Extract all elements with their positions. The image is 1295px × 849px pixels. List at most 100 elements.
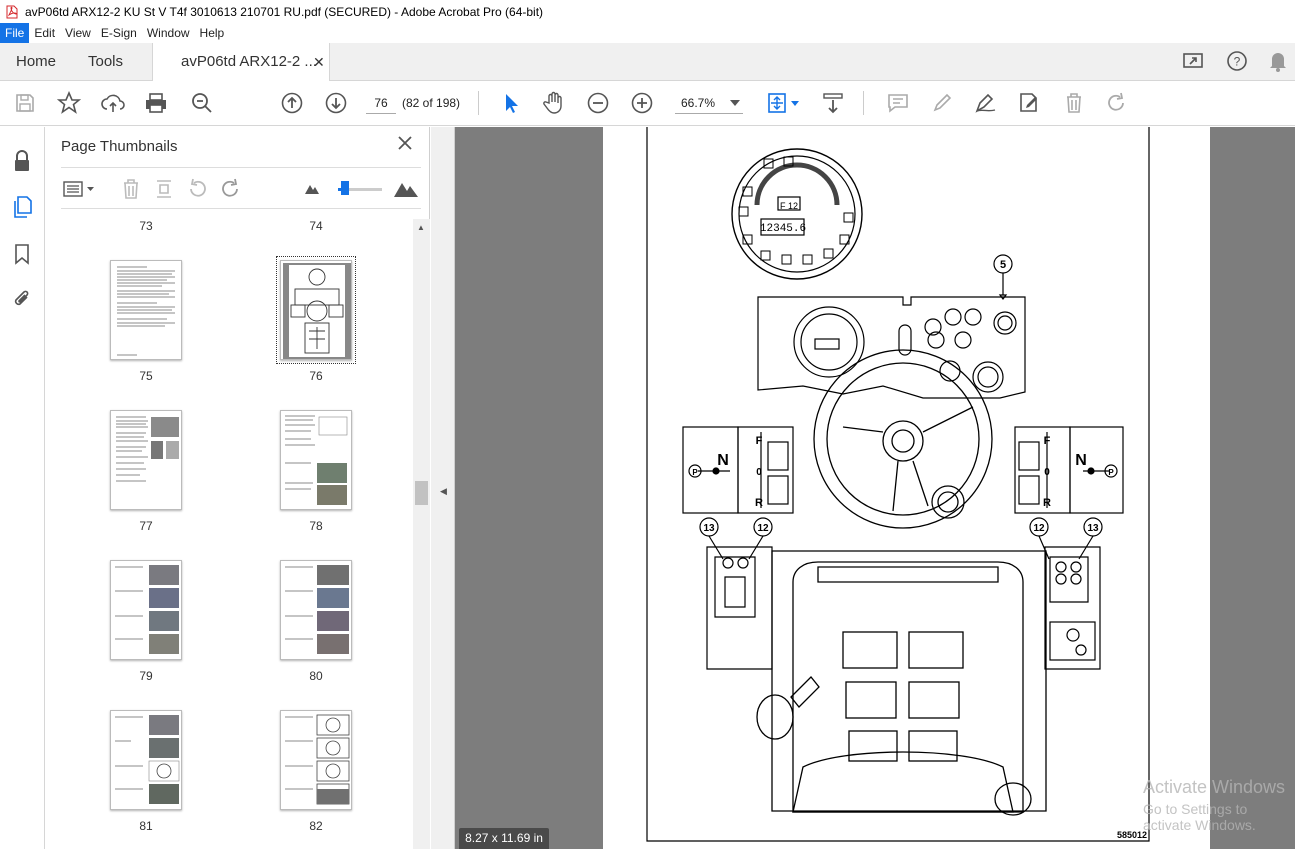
tab-close-icon[interactable]: ✕ (313, 43, 325, 81)
callout-13-left: 13 (703, 523, 715, 534)
zoom-level-input[interactable]: 66.7% (675, 92, 743, 114)
shift-forward-left: F (756, 435, 763, 447)
menu-bar: File Edit View E-Sign Window Help (0, 23, 1295, 43)
thumb-size-small-icon[interactable] (298, 175, 326, 203)
page-up-icon[interactable] (278, 89, 306, 117)
activation-watermark-subtitle: Go to Settings to activate Windows. (1143, 801, 1256, 833)
page-down-icon[interactable] (322, 89, 350, 117)
page-count-label: (82 of 198) (402, 96, 461, 110)
menu-view[interactable]: View (60, 23, 96, 43)
thumbnail-label: 82 (309, 819, 323, 833)
upload-cloud-icon[interactable] (99, 89, 127, 117)
thumb-size-slider-handle[interactable] (341, 181, 349, 195)
menu-edit[interactable]: Edit (29, 23, 60, 43)
tab-document[interactable]: avP06td ARX12-2 ... ✕ (152, 43, 330, 82)
thumbnail-options-icon[interactable] (61, 175, 97, 203)
shift-neutral-right: N (1075, 452, 1087, 469)
select-cursor-icon[interactable] (497, 89, 525, 117)
shift-park-left: P (692, 468, 698, 477)
thumbnail-label: 77 (139, 519, 153, 533)
thumb-size-slider[interactable] (338, 181, 382, 195)
tab-bar: Home Tools avP06td ARX12-2 ... ✕ ? (0, 43, 1295, 82)
thumbnail-page-79[interactable] (110, 560, 182, 660)
page-thumbnails-panel: Page Thumbnails 73 74 75 76 77 78 79 80 … (45, 127, 430, 849)
page-thumbnails-icon[interactable] (10, 195, 34, 219)
callout-12-left: 12 (757, 523, 769, 534)
pdf-page: F 12 12345.6 5 N P F 0 R N P F 0 R 13 12… (603, 127, 1210, 849)
thumbnail-page-82[interactable] (280, 710, 352, 810)
thumbnail-label: 74 (309, 219, 323, 233)
thumbnail-page-80[interactable] (280, 560, 352, 660)
tab-tools[interactable]: Tools (88, 43, 123, 81)
svg-text:?: ? (1234, 55, 1241, 69)
thumbnail-toolbar (61, 167, 421, 209)
draw-icon[interactable] (972, 89, 1000, 117)
menu-esign[interactable]: E-Sign (96, 23, 142, 43)
shift-neutral-left: N (717, 452, 729, 469)
highlight-pen-icon[interactable] (928, 89, 956, 117)
tab-home[interactable]: Home (16, 43, 56, 81)
rotate-left-icon[interactable] (183, 175, 211, 203)
pdf-file-icon (6, 5, 18, 19)
page-number-input[interactable]: 76 (366, 92, 396, 114)
thumbnail-label: 79 (139, 669, 153, 683)
thumbnail-page-76[interactable] (276, 256, 356, 364)
bookmark-star-icon[interactable] (55, 89, 83, 117)
thumbnail-page-81[interactable] (110, 710, 182, 810)
zoom-search-icon[interactable] (188, 89, 216, 117)
window-title: avP06td ARX12-2 KU St V T4f 3010613 2107… (25, 4, 544, 19)
print-icon[interactable] (142, 89, 170, 117)
notification-bell-icon[interactable] (1264, 47, 1292, 75)
panel-title: Page Thumbnails (61, 138, 178, 155)
comment-icon[interactable] (884, 89, 912, 117)
collapse-arrow-icon[interactable]: ◀ (440, 486, 447, 497)
panel-close-icon[interactable] (397, 135, 417, 155)
shift-zero-right: 0 (1044, 467, 1050, 478)
hand-pan-icon[interactable] (540, 89, 568, 117)
menu-file[interactable]: File (0, 23, 30, 43)
bookmarks-icon[interactable] (10, 242, 34, 266)
shift-zero-left: 0 (756, 467, 762, 478)
scroll-up-arrow-icon[interactable]: ▲ (417, 223, 425, 232)
share-screen-icon[interactable] (1180, 47, 1208, 75)
thumbnail-page-78[interactable] (280, 410, 352, 510)
display-gear-text: F 12 (780, 201, 798, 211)
attachments-paperclip-icon[interactable] (10, 287, 34, 311)
title-bar: avP06td ARX12-2 KU St V T4f 3010613 2107… (0, 0, 1295, 23)
tab-document-label: avP06td ARX12-2 ... (181, 53, 317, 70)
activation-watermark-title: Activate Windows (1143, 777, 1286, 797)
scroll-mode-icon[interactable] (819, 89, 847, 117)
document-viewport[interactable]: F 12 12345.6 5 N P F 0 R N P F 0 R 13 12… (455, 127, 1295, 849)
thumb-extract-icon[interactable] (150, 175, 178, 203)
lock-security-icon[interactable] (10, 149, 34, 173)
thumbnail-page-77[interactable] (110, 410, 182, 510)
help-icon[interactable]: ? (1223, 47, 1251, 75)
panel-collapse-bar[interactable]: ◀ (431, 127, 455, 849)
callout-13-right: 13 (1087, 523, 1099, 534)
left-navigation-rail (0, 127, 45, 849)
main-toolbar (0, 81, 1295, 126)
cab-controls-diagram: F 12 12345.6 5 N P F 0 R N P F 0 R 13 12… (646, 127, 1150, 842)
shift-park-right: P (1108, 468, 1114, 477)
redo-icon[interactable] (1103, 89, 1131, 117)
zoom-out-icon[interactable] (584, 89, 612, 117)
rotate-right-icon[interactable] (217, 175, 245, 203)
menu-help[interactable]: Help (195, 23, 230, 43)
thumbnail-label: 81 (139, 819, 153, 833)
menu-window[interactable]: Window (142, 23, 195, 43)
display-hours-text: 12345.6 (760, 223, 806, 235)
thumb-size-large-icon[interactable] (392, 175, 420, 203)
scrollbar-thumb[interactable] (415, 481, 428, 505)
fit-page-icon[interactable] (763, 89, 803, 117)
save-icon[interactable] (11, 89, 39, 117)
shift-reverse-right: R (1043, 497, 1051, 509)
thumbnail-page-75[interactable] (110, 260, 182, 360)
zoom-in-icon[interactable] (628, 89, 656, 117)
edit-pdf-icon[interactable] (1015, 89, 1043, 117)
shift-reverse-left: R (755, 497, 763, 509)
thumbnail-label: 73 (139, 219, 153, 233)
shift-forward-right: F (1044, 435, 1051, 447)
thumbnail-scrollbar[interactable]: ▲ (413, 219, 430, 849)
delete-trash-icon[interactable] (1060, 89, 1088, 117)
thumb-delete-icon[interactable] (117, 175, 145, 203)
